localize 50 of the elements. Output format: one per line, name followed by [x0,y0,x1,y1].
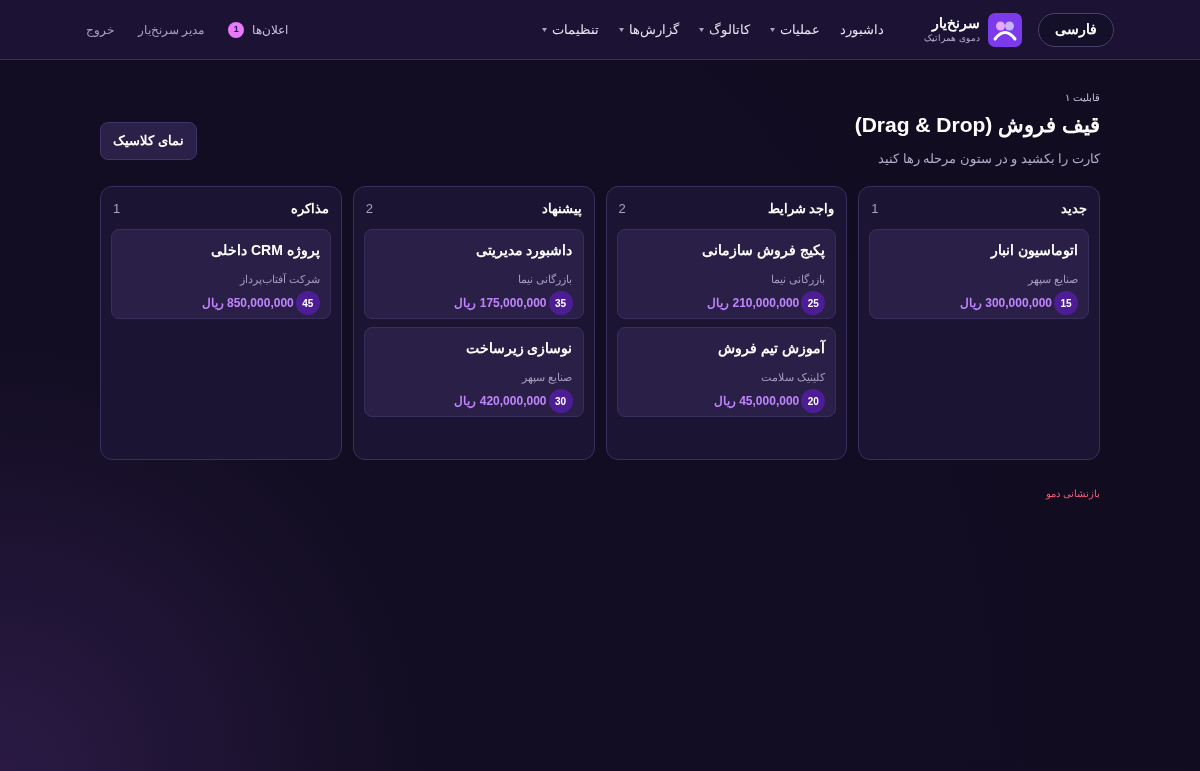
probability-badge: 30 [548,389,573,413]
company-name: بازرگانی نیما [518,271,573,287]
company-name: شرکت آفتاب‌پرداز [239,271,320,287]
nav-link[interactable]: عملیات [770,19,821,40]
classic-view-button[interactable]: نمای کلاسیک [100,122,197,160]
probability-badge: 20 [801,389,826,413]
deal-amount: 45,000,000 ریال [713,393,800,410]
logout-link[interactable]: خروج [86,20,114,39]
nav-link[interactable]: کاتالوگ [699,19,751,40]
deal-title: پکیج فروش سازمانی [702,240,826,261]
deal-title: نوسازی زیرساخت [465,338,573,359]
column-title: واجد شرایط [767,200,835,219]
company-name: صنایع سپهر [522,369,573,385]
column-title: مذاکره [290,200,329,219]
column-title: جدید [1061,200,1087,218]
probability-badge: 45 [295,291,320,315]
notification-count: 1 [228,21,245,38]
deal-title: اتوماسیون انبار [991,240,1078,261]
company-name: بازرگانی نیما [771,271,826,287]
page-subtitle: کارت را بکشید و در ستون مرحله رها کنید [877,149,1100,168]
probability-badge: 35 [548,291,573,315]
logo-icon [988,12,1022,47]
deal-amount: 420,000,000 ریال [454,393,547,410]
user-name: مدیر سرنخ‌یار [138,21,205,39]
deal-title: پروژه CRM داخلی [211,240,320,261]
nav-link[interactable]: تنظیمات [542,19,600,40]
column-count: 2 [365,200,373,218]
nav-link[interactable]: گزارش‌ها [619,19,680,40]
deal-amount: 300,000,000 ریال [959,295,1052,312]
column-count: 1 [871,200,879,218]
breadcrumb: قابلیت ۱ [1064,91,1100,105]
probability-badge: 25 [801,291,826,315]
brand-name: سرنخ‌یار [930,15,980,33]
brand-subtitle: دموی همراتیک [924,32,980,44]
column-count: 2 [618,200,626,218]
deal-amount: 210,000,000 ریال [707,295,800,312]
deal-amount: 850,000,000 ریال [201,295,294,312]
deal-title: آموزش تیم فروش [718,338,826,359]
nav-link[interactable]: داشبورد [840,19,885,40]
deal-title: داشبورد مدیریتی [475,240,573,261]
page-title: قیف فروش (Drag & Drop) [854,112,1100,140]
company-name: صنایع سپهر [1027,271,1078,287]
reset-demo-link[interactable]: بازنشانی دمو [1046,486,1100,501]
probability-badge: 15 [1054,291,1078,315]
column-count: 1 [113,200,121,218]
language-button[interactable]: فارسی [1038,12,1114,47]
deal-amount: 175,000,000 ریال [454,295,547,312]
column-title: پیشنهاد [541,200,582,219]
notifications-link[interactable]: اعلان‌ها [252,20,289,39]
company-name: کلینیک سلامت [761,369,826,385]
